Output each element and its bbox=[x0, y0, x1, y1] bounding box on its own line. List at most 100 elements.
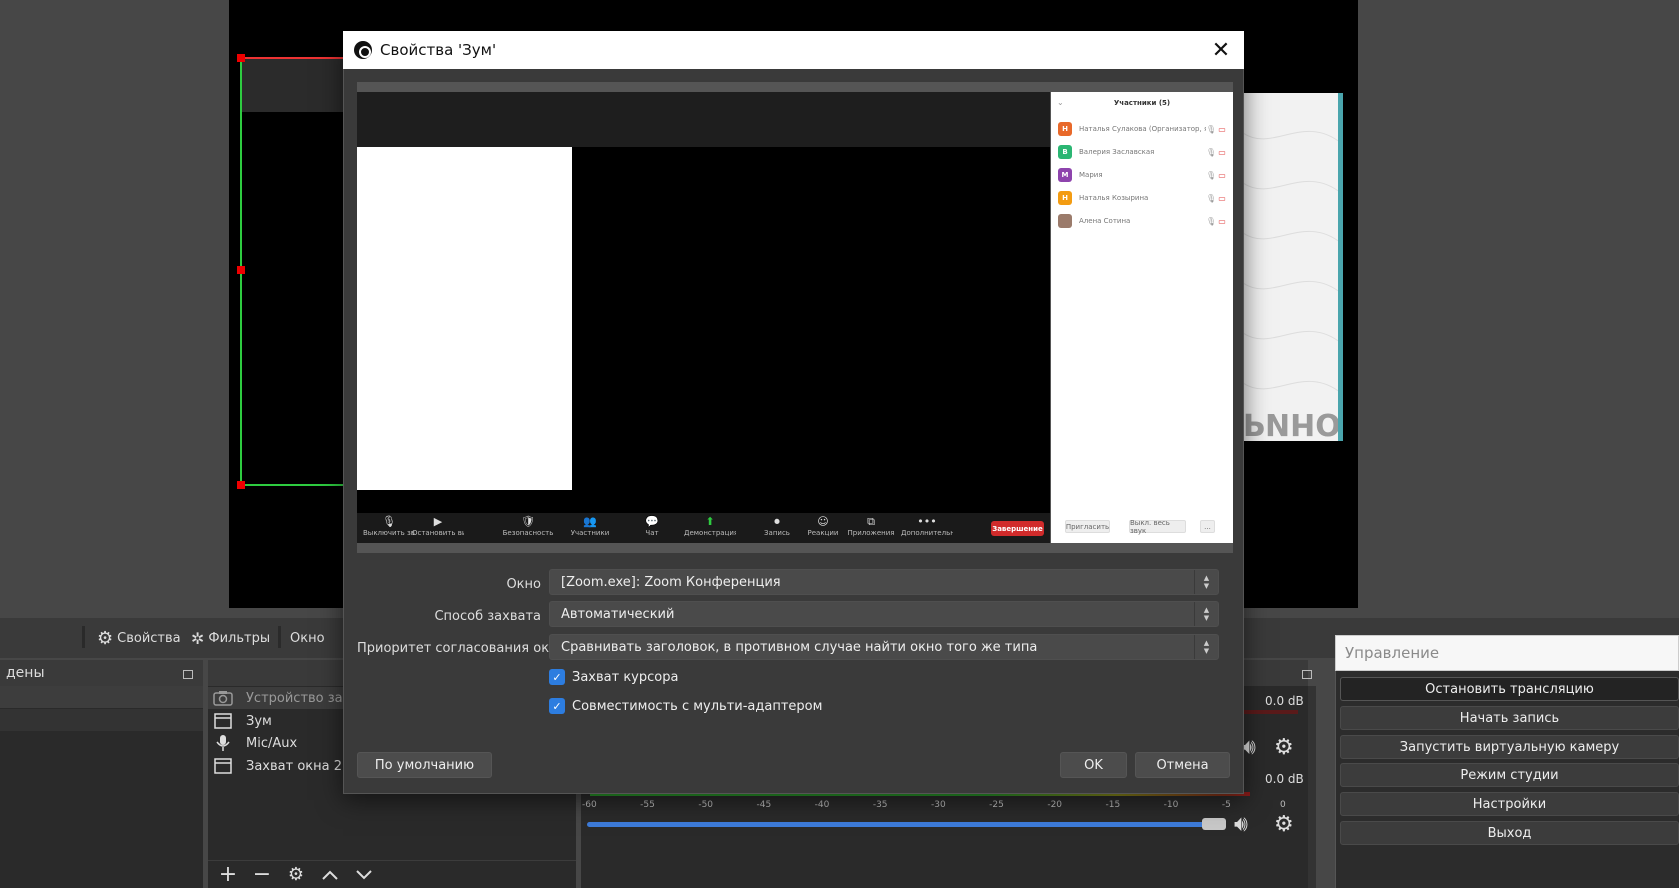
zoom-more-button: ... bbox=[1200, 520, 1215, 533]
zoom-toolbar-label: Чат bbox=[645, 529, 659, 537]
microphone-icon: 🎙︎ bbox=[1206, 216, 1217, 226]
ok-button[interactable]: OK bbox=[1060, 752, 1127, 778]
controls-dock bbox=[1335, 635, 1679, 888]
move-down-icon[interactable] bbox=[352, 863, 376, 887]
zoom-topbar bbox=[357, 92, 1050, 147]
participant-name: Наталья Козырина bbox=[1079, 194, 1149, 202]
preview-paper-image bbox=[1243, 93, 1341, 441]
selection-edge-bottom bbox=[240, 484, 344, 486]
multi-adapter-label: Совместимость с мульти-адаптером bbox=[572, 698, 823, 714]
zoom-toolbar-icon: ⬆ bbox=[705, 515, 715, 528]
microphone-icon: 🎙︎ bbox=[1206, 193, 1217, 203]
meter-tick-label: -5 bbox=[1221, 800, 1231, 810]
volume-slider-handle[interactable] bbox=[1202, 818, 1226, 830]
meter-tick-label: -40 bbox=[814, 800, 830, 810]
resize-handle-bottom-left[interactable] bbox=[237, 481, 245, 489]
dock-float-icon[interactable] bbox=[183, 670, 193, 679]
dialog-title: Свойства 'Зум' bbox=[380, 41, 497, 59]
dock-float-icon[interactable] bbox=[1302, 670, 1312, 679]
speaker-icon[interactable]: 🔊︎ bbox=[1242, 735, 1256, 760]
microphone-icon: 🎙︎ bbox=[1206, 124, 1217, 134]
avatar bbox=[1058, 214, 1072, 228]
studio-mode-button[interactable]: Режим студии bbox=[1340, 763, 1679, 787]
zoom-video-tile bbox=[357, 147, 572, 490]
zoom-toolbar-icon: ⧉ bbox=[867, 515, 875, 528]
avatar: М bbox=[1058, 168, 1072, 182]
meter-tick-label: -15 bbox=[1105, 800, 1121, 810]
add-source-icon[interactable]: + bbox=[216, 862, 240, 887]
camera-off-icon: ▭ bbox=[1218, 193, 1226, 203]
settings-button[interactable]: Настройки bbox=[1340, 792, 1679, 816]
meter-tick-label: -25 bbox=[989, 800, 1004, 810]
gear-icon[interactable]: ⚙ bbox=[1274, 735, 1294, 760]
zoom-toolbar-item: 🛡 Безопасность bbox=[503, 515, 554, 541]
zoom-end-button: Завершение bbox=[991, 521, 1044, 536]
speaker-icon[interactable]: 🔊︎ bbox=[1234, 812, 1248, 837]
meter-tick-label: -50 bbox=[698, 800, 714, 810]
updown-arrows-icon: ▲ ▼ bbox=[1194, 635, 1218, 659]
window-selector-label: Окно bbox=[290, 630, 325, 646]
scenes-dock-title: дены bbox=[0, 660, 203, 686]
capture-cursor-checkbox[interactable]: ✓ Захват курсора bbox=[549, 668, 678, 686]
preview-teal-stripe bbox=[1338, 93, 1343, 441]
zoom-toolbar-icon: 💬 bbox=[645, 515, 659, 528]
zoom-participant-row: Н Наталья Сулакова (Организатор, я) 🎙︎ ▭ bbox=[1058, 121, 1228, 137]
resize-handle-left[interactable] bbox=[237, 266, 245, 274]
filters-label: Фильтры bbox=[208, 630, 271, 646]
participant-name: Алена Сотина bbox=[1079, 217, 1131, 225]
toolbar-separator bbox=[278, 626, 281, 648]
microphone-icon bbox=[212, 734, 234, 752]
gear-icon[interactable]: ⚙ bbox=[284, 863, 308, 887]
zoom-toolbar-label: Участники bbox=[570, 529, 610, 537]
start-virtual-camera-button[interactable]: Запустить виртуальную камеру bbox=[1340, 735, 1679, 759]
zoom-participant-row: Алена Сотина 🎙︎ ▭ bbox=[1058, 213, 1228, 229]
updown-arrows-icon: ▲ ▼ bbox=[1194, 570, 1218, 594]
obs-logo-icon bbox=[354, 41, 372, 59]
filters-button[interactable]: ✲ Фильтры bbox=[191, 628, 270, 648]
resize-handle-top-left[interactable] bbox=[237, 54, 245, 62]
updown-arrows-icon: ▲ ▼ bbox=[1194, 602, 1218, 626]
microphone-icon: 🎙︎ bbox=[1206, 147, 1217, 157]
source-label: Mic/Aux bbox=[246, 735, 298, 751]
channel-db-readout: 0.0 dB bbox=[1265, 772, 1304, 786]
source-label: Зум bbox=[246, 713, 272, 729]
defaults-button[interactable]: По умолчанию bbox=[357, 752, 492, 778]
window-select-value: [Zoom.exe]: Zoom Конференция bbox=[561, 574, 781, 590]
source-label: Захват окна 2 bbox=[246, 758, 343, 774]
camera-off-icon: ▭ bbox=[1218, 124, 1226, 134]
volume-slider-track[interactable] bbox=[587, 822, 1220, 827]
window-select[interactable]: [Zoom.exe]: Zoom Конференция ▲ ▼ bbox=[549, 569, 1219, 595]
zoom-toolbar-icon: 🎙 bbox=[382, 515, 396, 528]
capture-method-select[interactable]: Автоматический ▲ ▼ bbox=[549, 601, 1219, 627]
priority-label: Приоритет согласования окна bbox=[357, 641, 566, 656]
zoom-toolbar-icon: ••• bbox=[917, 515, 937, 528]
multi-adapter-checkbox[interactable]: ✓ Совместимость с мульти-адаптером bbox=[549, 697, 822, 715]
cancel-button[interactable]: Отмена bbox=[1135, 752, 1230, 778]
zoom-participant-row: В Валерия Заславская 🎙︎ ▭ bbox=[1058, 144, 1228, 160]
exit-button[interactable]: Выход bbox=[1340, 821, 1679, 845]
camera-off-icon: ▭ bbox=[1218, 147, 1226, 157]
gear-icon[interactable]: ⚙ bbox=[1274, 812, 1294, 837]
scene-item[interactable] bbox=[0, 686, 203, 708]
zoom-toolbar-item: 👥 Участники bbox=[570, 515, 610, 541]
priority-select[interactable]: Сравнивать заголовок, в противном случае… bbox=[549, 634, 1219, 660]
camera-off-icon: ▭ bbox=[1218, 216, 1226, 226]
zoom-participant-row: М Мария 🎙︎ ▭ bbox=[1058, 167, 1228, 183]
capture-method-value: Автоматический bbox=[561, 606, 675, 622]
properties-button[interactable]: ⚙ Свойства bbox=[97, 628, 181, 649]
remove-source-icon[interactable]: − bbox=[250, 862, 274, 887]
zoom-toolbar-item: 🎙Выключить звук bbox=[363, 515, 415, 541]
stop-streaming-button[interactable]: Остановить трансляцию bbox=[1340, 677, 1679, 701]
controls-title: Управление bbox=[1335, 635, 1679, 671]
zoom-toolbar-icon: ⏺ bbox=[774, 515, 780, 528]
microphone-icon: 🎙︎ bbox=[1206, 170, 1217, 180]
move-up-icon[interactable] bbox=[318, 863, 342, 887]
start-recording-button[interactable]: Начать запись bbox=[1340, 706, 1679, 730]
mixer-scrollbar[interactable] bbox=[1308, 686, 1316, 888]
avatar: Н bbox=[1058, 191, 1072, 205]
zoom-invite-button: Пригласить bbox=[1065, 520, 1110, 533]
scene-item[interactable] bbox=[0, 709, 203, 731]
toolbar-separator bbox=[82, 626, 85, 648]
close-icon[interactable]: ✕ bbox=[1210, 38, 1232, 63]
zoom-mute-all-button: Выкл. весь звук bbox=[1129, 519, 1186, 535]
